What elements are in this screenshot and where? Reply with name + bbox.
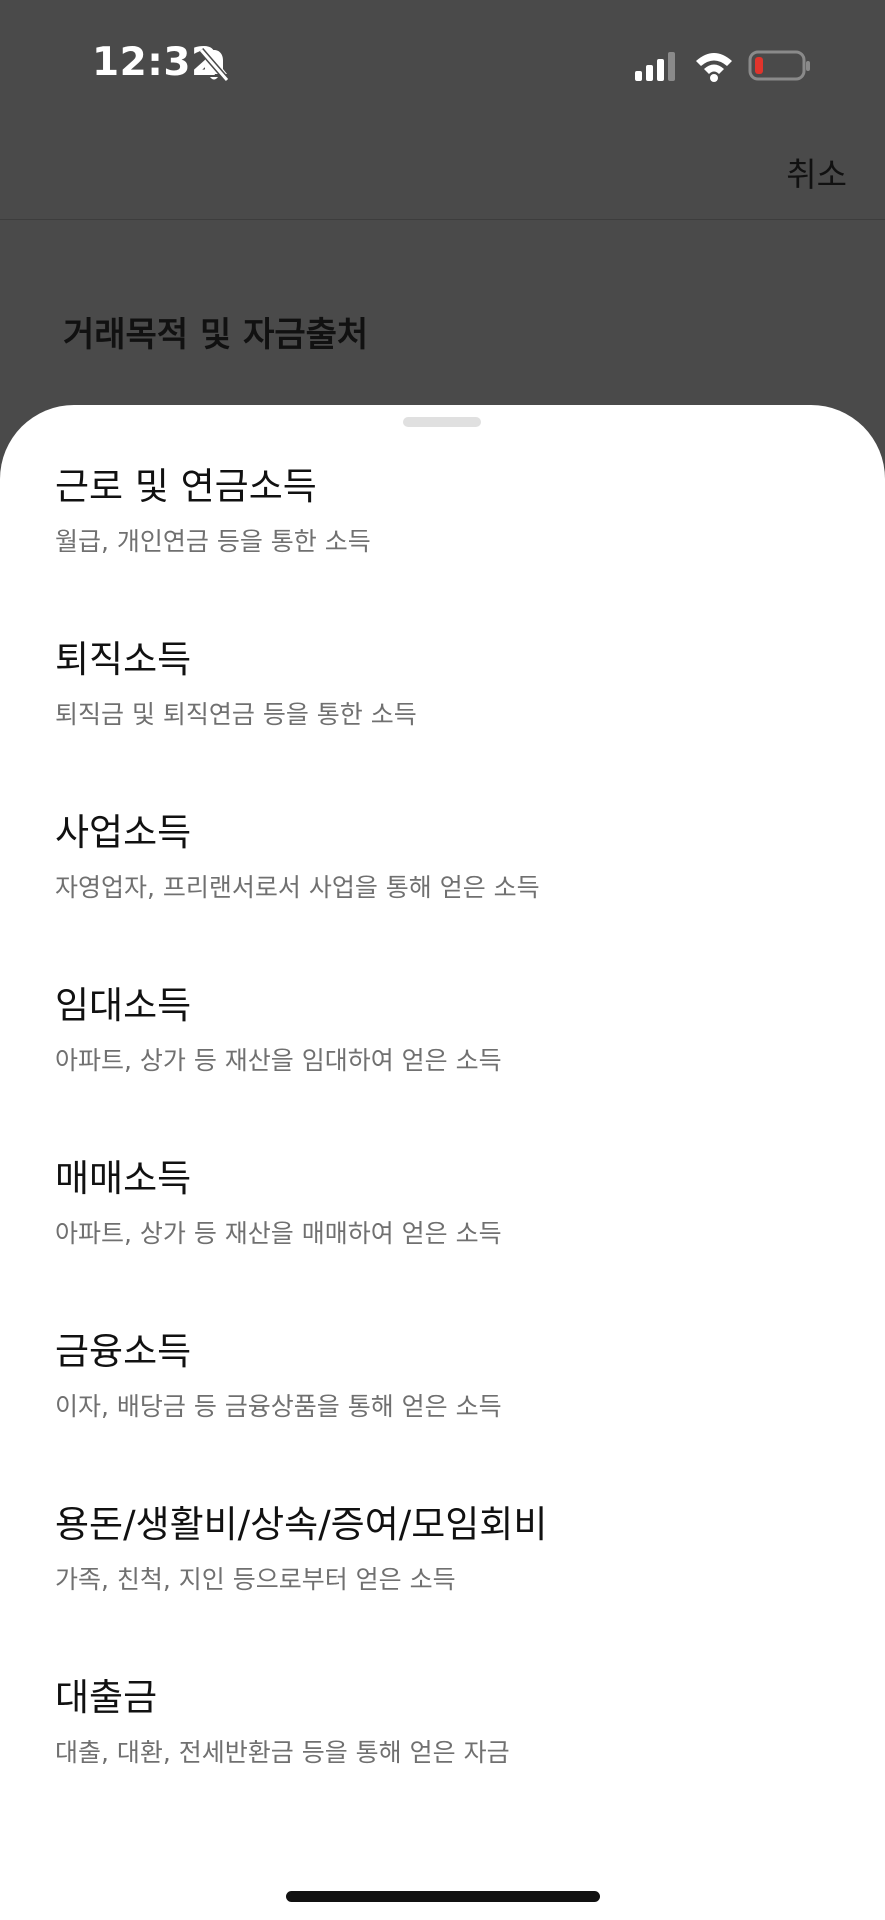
page-title: 거래목적 및 자금출처 [63, 315, 369, 355]
option-item[interactable]: 퇴직소득 퇴직금 및 퇴직연금 등을 통한 소득 [0, 634, 885, 807]
income-source-list: 근로 및 연금소득 월급, 개인연금 등을 통한 소득 퇴직소득 퇴직금 및 퇴… [0, 461, 885, 1845]
option-item[interactable]: 임대소득 아파트, 상가 등 재산을 임대하여 얻은 소득 [0, 980, 885, 1153]
option-title: 금융소득 [55, 1330, 192, 1373]
option-description: 이자, 배당금 등 금융상품을 통해 얻은 소득 [55, 1392, 502, 1421]
sheet-drag-handle[interactable] [403, 417, 481, 427]
home-indicator [286, 1891, 600, 1902]
option-description: 가족, 친척, 지인 등으로부터 얻은 소득 [55, 1565, 456, 1594]
option-title: 퇴직소득 [55, 638, 192, 681]
bottom-sheet: 근로 및 연금소득 월급, 개인연금 등을 통한 소득 퇴직소득 퇴직금 및 퇴… [0, 405, 885, 1920]
option-title: 용돈/생활비/상속/증여/모임회비 [55, 1503, 548, 1546]
cancel-button[interactable]: 취소 [786, 148, 847, 196]
option-title: 임대소득 [55, 984, 192, 1027]
option-description: 자영업자, 프리랜서로서 사업을 통해 얻은 소득 [55, 873, 540, 902]
option-item[interactable]: 용돈/생활비/상속/증여/모임회비 가족, 친척, 지인 등으로부터 얻은 소득 [0, 1499, 885, 1672]
option-item[interactable]: 매매소득 아파트, 상가 등 재산을 매매하여 얻은 소득 [0, 1153, 885, 1326]
header-divider [0, 219, 885, 220]
option-description: 월급, 개인연금 등을 통한 소득 [55, 527, 371, 556]
status-bar: 12:32 [0, 0, 885, 132]
option-item[interactable]: 금융소득 이자, 배당금 등 금융상품을 통해 얻은 소득 [0, 1326, 885, 1499]
option-item[interactable]: 대출금 대출, 대환, 전세반환금 등을 통해 얻은 자금 [0, 1672, 885, 1845]
option-description: 아파트, 상가 등 재산을 임대하여 얻은 소득 [55, 1046, 502, 1075]
option-title: 대출금 [55, 1676, 158, 1719]
option-description: 대출, 대환, 전세반환금 등을 통해 얻은 자금 [55, 1738, 510, 1767]
option-description: 아파트, 상가 등 재산을 매매하여 얻은 소득 [55, 1219, 502, 1248]
option-title: 매매소득 [55, 1157, 192, 1200]
option-item[interactable]: 근로 및 연금소득 월급, 개인연금 등을 통한 소득 [0, 461, 885, 634]
option-description: 퇴직금 및 퇴직연금 등을 통한 소득 [55, 700, 417, 729]
wifi-icon [694, 50, 734, 82]
option-title: 근로 및 연금소득 [55, 465, 317, 508]
option-title: 사업소득 [55, 811, 192, 854]
bell-slash-icon [198, 47, 230, 83]
battery-low-icon [748, 50, 812, 82]
cellular-signal-icon [635, 52, 679, 82]
option-item[interactable]: 사업소득 자영업자, 프리랜서로서 사업을 통해 얻은 소득 [0, 807, 885, 980]
